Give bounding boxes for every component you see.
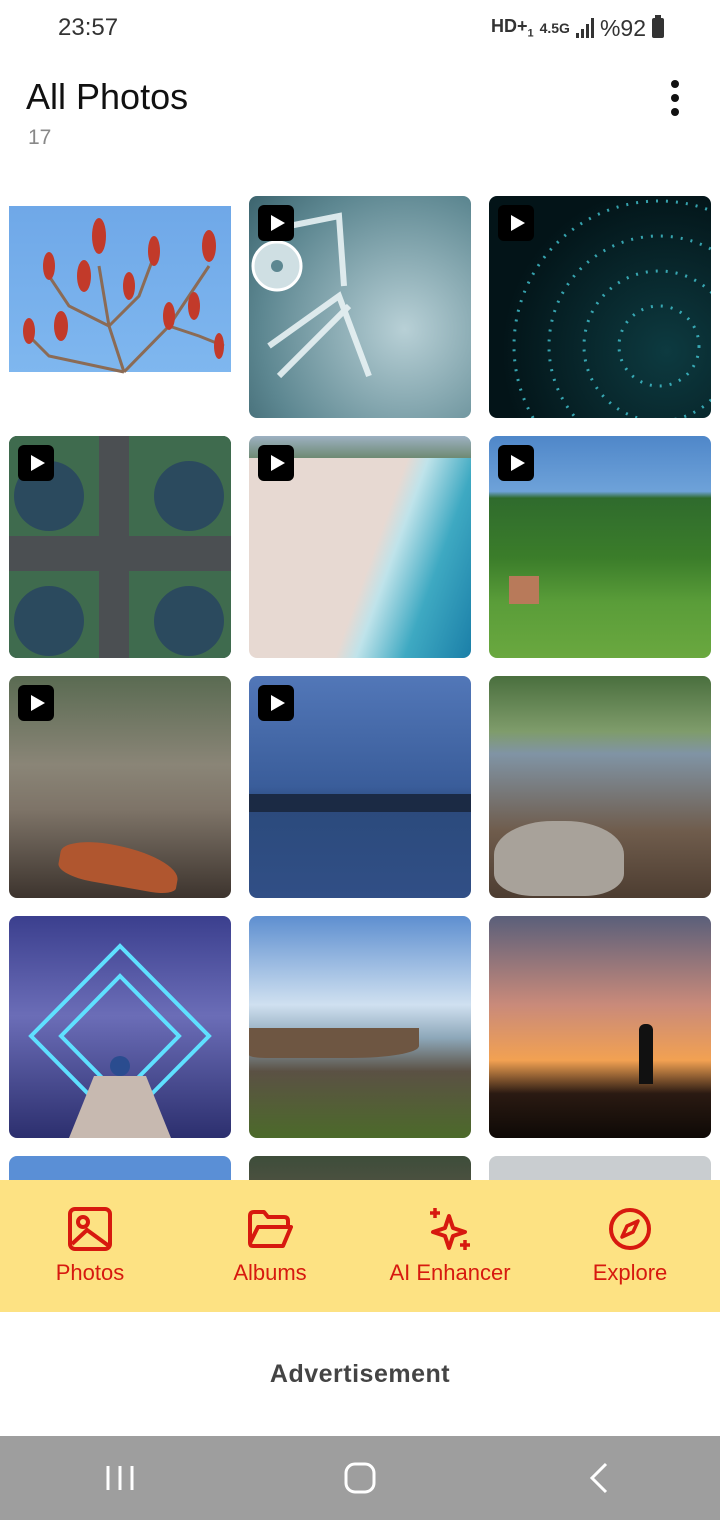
video-countryside-field[interactable] <box>489 436 711 658</box>
video-road-intersection[interactable] <box>9 436 231 658</box>
nav-explore[interactable]: Explore <box>540 1180 720 1312</box>
photo-shipwreck-shore[interactable] <box>249 916 471 1138</box>
nav-albums[interactable]: Albums <box>180 1180 360 1312</box>
folder-icon <box>248 1210 293 1248</box>
play-icon <box>18 685 54 721</box>
status-time: 23:57 <box>58 14 119 41</box>
sparkles-icon <box>430 1208 470 1250</box>
battery-icon <box>652 15 664 38</box>
video-director-chair[interactable] <box>249 196 471 418</box>
play-icon <box>258 445 294 481</box>
nav-ai-enhancer[interactable]: AI Enhancer <box>360 1180 540 1312</box>
battery-percent: %92 <box>599 14 646 41</box>
photo-red-sumac-branches[interactable] <box>9 196 231 418</box>
photo-partial-3[interactable] <box>489 1156 711 1180</box>
compass-icon <box>609 1208 651 1250</box>
play-icon <box>498 445 534 481</box>
photo-count: 17 <box>28 126 52 149</box>
nav-photos[interactable]: Photos <box>0 1180 180 1312</box>
back-button[interactable] <box>580 1458 620 1498</box>
advertisement-label: Advertisement <box>269 1359 451 1388</box>
nav-photos-label: Photos <box>55 1260 125 1285</box>
play-icon <box>18 445 54 481</box>
nav-ai-enhancer-label: AI Enhancer <box>389 1260 511 1285</box>
photo-rocky-lakeshore[interactable] <box>489 676 711 898</box>
dot-icon <box>671 80 679 88</box>
image-icon <box>68 1207 112 1251</box>
page-header: All Photos 17 <box>0 70 720 170</box>
photo-grid <box>9 196 711 1180</box>
video-beach-aerial[interactable] <box>249 436 471 658</box>
photo-neon-portal-pier[interactable] <box>9 916 231 1138</box>
nav-explore-label: Explore <box>592 1260 668 1285</box>
bottom-navigation: Photos Albums AI Enhancer Explore <box>0 1180 720 1312</box>
network-label: HD+1 <box>490 16 534 40</box>
system-navigation-bar <box>0 1436 720 1520</box>
status-icons: HD+1 4.5G %92 <box>491 15 664 42</box>
dot-icon <box>671 94 679 102</box>
nav-albums-label: Albums <box>233 1260 307 1285</box>
video-lake-dusk[interactable] <box>249 676 471 898</box>
more-options-button[interactable] <box>658 76 692 120</box>
advertisement-banner[interactable]: Advertisement <box>0 1312 720 1436</box>
video-teal-particles[interactable] <box>489 196 711 418</box>
photo-sunset-silhouette[interactable] <box>489 916 711 1138</box>
recent-apps-button[interactable] <box>100 1458 140 1498</box>
net-type-icon: 4.5G <box>539 20 570 36</box>
dot-icon <box>671 108 679 116</box>
video-blurred-rocks[interactable] <box>9 676 231 898</box>
play-icon <box>258 685 294 721</box>
photo-partial-2[interactable] <box>249 1156 471 1180</box>
home-button[interactable] <box>340 1458 380 1498</box>
page-title: All Photos <box>26 76 189 117</box>
play-icon <box>498 205 534 241</box>
play-icon <box>258 205 294 241</box>
status-bar: 23:57 HD+1 4.5G %92 <box>0 0 720 56</box>
signal-icon <box>575 18 594 38</box>
photo-partial-1[interactable] <box>9 1156 231 1180</box>
